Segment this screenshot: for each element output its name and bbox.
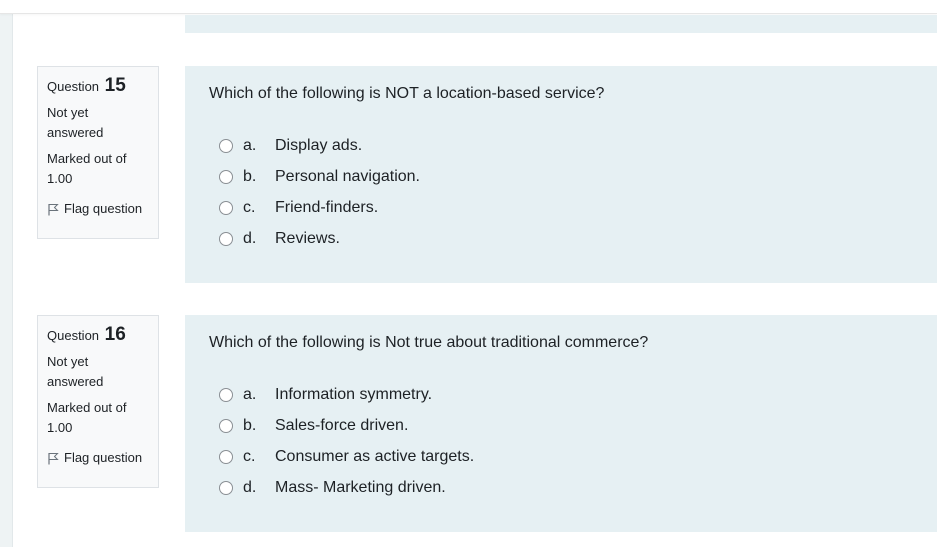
question-grade: Marked out of 1.00: [47, 151, 127, 186]
answer-text: Friend-finders.: [275, 198, 379, 216]
answer-list: a. Display ads. b. Personal navigation. …: [209, 130, 913, 254]
answer-option-a[interactable]: a. Display ads.: [219, 130, 913, 161]
question-number: Question 15: [47, 76, 149, 97]
answer-option-d[interactable]: d. Mass- Marketing driven.: [219, 472, 913, 503]
flag-question-button[interactable]: Flag question: [47, 448, 149, 468]
flag-question-label: Flag question: [64, 201, 143, 216]
question-label: Question: [47, 79, 100, 94]
question-content: Which of the following is Not true about…: [185, 315, 937, 532]
answer-letter: c.: [243, 447, 256, 465]
answer-letter: a.: [243, 136, 257, 154]
top-bar: [0, 0, 937, 14]
answer-option-b[interactable]: b. Sales-force driven.: [219, 410, 913, 441]
answer-letter: b.: [243, 167, 257, 185]
flag-icon: [48, 203, 59, 215]
answer-text: Consumer as active targets.: [275, 447, 475, 465]
answer-letter: d.: [243, 478, 257, 496]
answer-text: Information symmetry.: [275, 385, 433, 403]
answer-text: Display ads.: [275, 136, 363, 154]
question-label: Question: [47, 328, 100, 343]
radio-button[interactable]: [219, 231, 233, 246]
flag-question-button[interactable]: Flag question: [47, 199, 149, 219]
radio-button[interactable]: [219, 418, 233, 433]
flag-question-label: Flag question: [64, 450, 143, 465]
previous-question-content: [185, 15, 937, 33]
quiz-page: Question 15 Not yet answered Marked out …: [0, 0, 937, 547]
radio-button[interactable]: [219, 387, 233, 402]
answer-letter: c.: [243, 198, 256, 216]
question-text: Which of the following is Not true about…: [209, 334, 649, 351]
answer-option-c[interactable]: c. Friend-finders.: [219, 192, 913, 223]
answer-text: Reviews.: [275, 229, 340, 247]
radio-button[interactable]: [219, 200, 233, 215]
question-info: Question 16 Not yet answered Marked out …: [37, 315, 159, 488]
question-number-value: 16: [104, 324, 126, 345]
answer-text: Personal navigation.: [275, 167, 420, 185]
radio-button[interactable]: [219, 169, 233, 184]
question-state: Not yet answered: [47, 354, 104, 389]
left-sidebar-strip: [0, 0, 13, 547]
radio-button[interactable]: [219, 449, 233, 464]
answer-option-a[interactable]: a. Information symmetry.: [219, 379, 913, 410]
answer-letter: d.: [243, 229, 257, 247]
answer-option-b[interactable]: b. Personal navigation.: [219, 161, 913, 192]
question-state: Not yet answered: [47, 105, 104, 140]
question-grade: Marked out of 1.00: [47, 400, 127, 435]
radio-button[interactable]: [219, 480, 233, 495]
question-content: Which of the following is NOT a location…: [185, 66, 937, 283]
question-number: Question 16: [47, 325, 149, 346]
answer-list: a. Information symmetry. b. Sales-force …: [209, 379, 913, 503]
question-number-value: 15: [104, 75, 126, 96]
question-text: Which of the following is NOT a location…: [209, 85, 605, 102]
question-info: Question 15 Not yet answered Marked out …: [37, 66, 159, 239]
answer-option-d[interactable]: d. Reviews.: [219, 223, 913, 254]
flag-icon: [48, 452, 59, 464]
radio-button[interactable]: [219, 138, 233, 153]
answer-letter: b.: [243, 416, 257, 434]
answer-text: Mass- Marketing driven.: [275, 478, 446, 496]
answer-letter: a.: [243, 385, 257, 403]
answer-option-c[interactable]: c. Consumer as active targets.: [219, 441, 913, 472]
answer-text: Sales-force driven.: [275, 416, 409, 434]
